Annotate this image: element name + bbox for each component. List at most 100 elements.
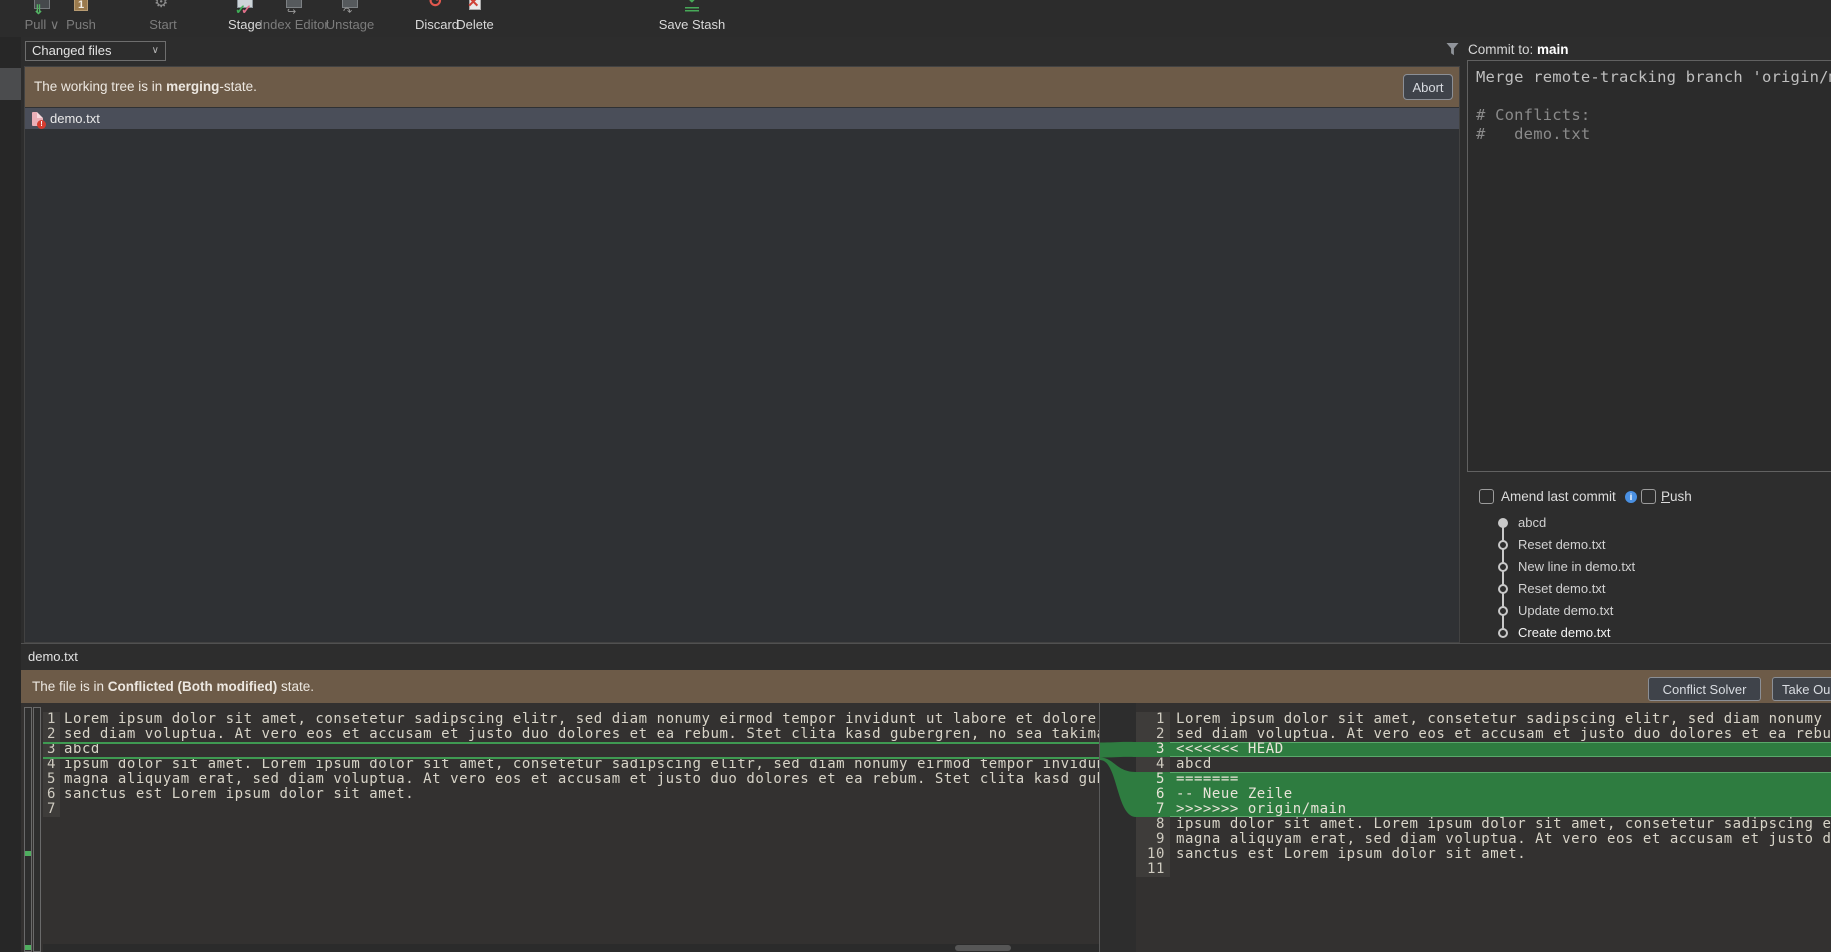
commit-history-item[interactable]: New line in demo.txt — [1494, 556, 1831, 578]
line-text: -- Neue Zeile — [1170, 787, 1831, 802]
line-number: 7 — [1136, 802, 1170, 817]
line-text: abcd — [1170, 757, 1831, 772]
toolbar-button-label: Push — [58, 17, 104, 32]
file-name: demo.txt — [50, 111, 100, 126]
code-line: 6 -- Neue Zeile — [1136, 787, 1831, 802]
line-number: 7 — [43, 802, 60, 817]
line-number: 3 — [43, 742, 60, 757]
code-line: 7 >>>>>>> origin/main — [1136, 802, 1831, 817]
diff-minimap-scrollbar[interactable] — [24, 707, 32, 952]
line-number: 4 — [1136, 757, 1170, 772]
line-text: ipsum dolor sit amet. Lorem ipsum dolor … — [60, 757, 1099, 772]
scrollbar-thumb[interactable] — [955, 945, 1011, 951]
code-lines-left: 1 Lorem ipsum dolor sit amet, consetetur… — [43, 712, 1099, 942]
commit-message-line: # demo.txt — [1476, 125, 1823, 144]
toolbar-button-label: Index Editor — [258, 17, 330, 32]
take-ours-button[interactable]: Take Ou — [1772, 677, 1831, 701]
code-line: 8 ipsum dolor sit amet. Lorem ipsum dolo… — [1136, 817, 1831, 832]
line-number: 5 — [1136, 772, 1170, 787]
save-stash-icon — [680, 0, 704, 15]
line-number: 2 — [43, 727, 60, 742]
start-icon — [151, 0, 175, 15]
section-divider — [21, 643, 1831, 644]
commit-history-item[interactable]: Create demo.txt — [1494, 622, 1831, 644]
line-number: 6 — [43, 787, 60, 802]
push-icon — [69, 0, 93, 15]
commit-graph-node-icon — [1498, 606, 1508, 616]
amend-last-commit-checkbox[interactable] — [1479, 489, 1494, 504]
conflict-solver-button[interactable]: Conflict Solver — [1648, 677, 1761, 701]
commit-message-input[interactable]: Merge remote-tracking branch 'origin/m #… — [1467, 60, 1831, 472]
diff-pane-right[interactable]: 1 Lorem ipsum dolor sit amet, consetetur… — [1136, 703, 1831, 952]
main-toolbar: Pull ∨ Push Start Stage Index Editor — [0, 0, 1831, 37]
line-text: ======= — [1170, 772, 1831, 787]
commit-history-item[interactable]: Reset demo.txt — [1494, 578, 1831, 600]
chevron-down-icon: ∨ — [152, 42, 159, 60]
code-line: 2 sed diam voluptua. At vero eos et accu… — [1136, 727, 1831, 742]
code-line: 6 sanctus est Lorem ipsum dolor sit amet… — [43, 787, 1099, 802]
code-line: 4 abcd — [1136, 757, 1831, 772]
code-line: 11 — [1136, 862, 1831, 877]
stage-icon — [233, 0, 257, 15]
abort-button[interactable]: Abort — [1403, 74, 1453, 100]
unstage-icon — [338, 0, 362, 15]
line-text: >>>>>>> origin/main — [1170, 802, 1831, 817]
code-line: 4 ipsum dolor sit amet. Lorem ipsum dolo… — [43, 757, 1099, 772]
toolbar-button[interactable]: Start — [138, 0, 188, 37]
toolbar-button[interactable]: Push — [58, 0, 104, 37]
toolbar-button-label: Delete — [452, 17, 498, 32]
toolbar-button[interactable]: Index Editor — [258, 0, 330, 37]
line-number: 6 — [1136, 787, 1170, 802]
merging-state-banner: The working tree is in merging-state. Ab… — [25, 67, 1459, 107]
code-line: 3 abcd — [43, 742, 1099, 757]
diff-file-title: demo.txt — [28, 649, 78, 664]
code-line: 5 ======= — [1136, 772, 1831, 787]
commit-history-label: Reset demo.txt — [1518, 537, 1605, 552]
diff-minimap-column[interactable] — [33, 707, 41, 952]
commit-history-item[interactable]: Reset demo.txt — [1494, 534, 1831, 556]
push-checkbox[interactable] — [1641, 489, 1656, 504]
toolbar-button[interactable]: Save Stash — [656, 0, 728, 37]
code-line: 2 sed diam voluptua. At vero eos et accu… — [43, 727, 1099, 742]
code-line: 5 magna aliquyam erat, sed diam voluptua… — [43, 772, 1099, 787]
dock-strip-segment[interactable] — [0, 68, 21, 100]
commit-message-line: Merge remote-tracking branch 'origin/m — [1476, 68, 1823, 87]
conflict-map-marker — [25, 945, 31, 950]
line-text: magna aliquyam erat, sed diam voluptua. … — [60, 772, 1099, 787]
commit-history-label: New line in demo.txt — [1518, 559, 1635, 574]
filter-funnel-icon[interactable] — [1446, 42, 1459, 61]
horizontal-scrollbar[interactable] — [43, 944, 1099, 952]
commit-history-list: abcd Reset demo.txt New line in demo.txt… — [1494, 512, 1831, 644]
conflicted-file-icon — [32, 112, 43, 126]
toolbar-button[interactable]: Unstage — [324, 0, 376, 37]
amend-last-commit-label: Amend last commit — [1501, 489, 1616, 504]
commit-history-item[interactable]: Update demo.txt — [1494, 600, 1831, 622]
left-dock-strip — [0, 37, 21, 952]
file-list-item[interactable]: demo.txt — [25, 108, 1459, 129]
index-editor-icon — [282, 0, 306, 15]
line-text: sanctus est Lorem ipsum dolor sit amet. — [1170, 847, 1831, 862]
line-number: 1 — [43, 712, 60, 727]
line-text: sanctus est Lorem ipsum dolor sit amet. — [60, 787, 1099, 802]
diff-pane-left[interactable]: 1 Lorem ipsum dolor sit amet, consetetur… — [21, 703, 1100, 952]
line-number: 10 — [1136, 847, 1170, 862]
line-text: sed diam voluptua. At vero eos et accusa… — [1170, 727, 1831, 742]
line-text: <<<<<<< HEAD — [1170, 742, 1831, 757]
conflict-connector-curves — [1100, 703, 1136, 952]
line-text: ipsum dolor sit amet. Lorem ipsum dolor … — [1170, 817, 1831, 832]
code-line: 1 Lorem ipsum dolor sit amet, consetetur… — [1136, 712, 1831, 727]
app-window: Pull ∨ Push Start Stage Index Editor — [0, 0, 1831, 952]
discard-icon — [425, 0, 449, 15]
code-line: 9 magna aliquyam erat, sed diam voluptua… — [1136, 832, 1831, 847]
code-line: 3 <<<<<<< HEAD — [1136, 742, 1831, 757]
push-checkbox-label: Push — [1661, 489, 1692, 504]
conflict-separator-line — [43, 742, 1099, 744]
toolbar-button[interactable]: Delete — [452, 0, 498, 37]
commit-history-item[interactable]: abcd — [1494, 512, 1831, 534]
code-line: 1 Lorem ipsum dolor sit amet, consetetur… — [43, 712, 1099, 727]
changed-files-dropdown-label: Changed files — [32, 43, 112, 58]
toolbar-button-label: Save Stash — [656, 17, 728, 32]
line-text: magna aliquyam erat, sed diam voluptua. … — [1170, 832, 1831, 847]
commit-message-line — [1476, 87, 1823, 106]
changed-files-dropdown[interactable]: Changed files ∨ — [25, 41, 166, 61]
